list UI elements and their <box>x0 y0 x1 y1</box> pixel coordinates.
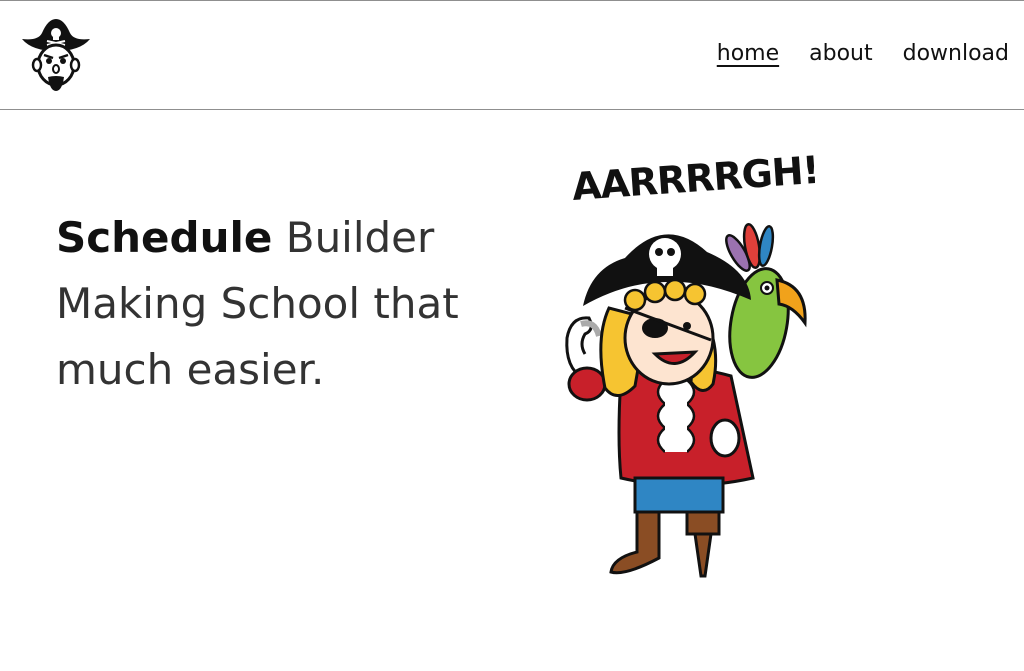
hero-text: Schedule Builder Making School that much… <box>56 205 526 403</box>
nav-download-link[interactable]: download <box>903 39 1009 69</box>
page: home about download Schedule Builder Mak… <box>0 0 1024 671</box>
nav-home-link[interactable]: home <box>717 39 779 69</box>
hero-line-3: much easier. <box>56 345 325 394</box>
pirate-logo-icon[interactable] <box>20 17 92 93</box>
site-header: home about download <box>0 0 1024 110</box>
hero-title: Schedule Builder <box>56 205 526 271</box>
pirate-with-parrot-illustration: AARRRRGH! <box>565 148 815 578</box>
main-nav: home about download <box>717 39 1009 69</box>
hero-title-bold: Schedule <box>56 213 273 262</box>
hero-line-2: Making School that <box>56 279 459 328</box>
hero-title-rest: Builder <box>285 213 435 262</box>
nav-about-link[interactable]: about <box>809 39 872 69</box>
shout-text: AARRRRGH! <box>571 148 815 209</box>
